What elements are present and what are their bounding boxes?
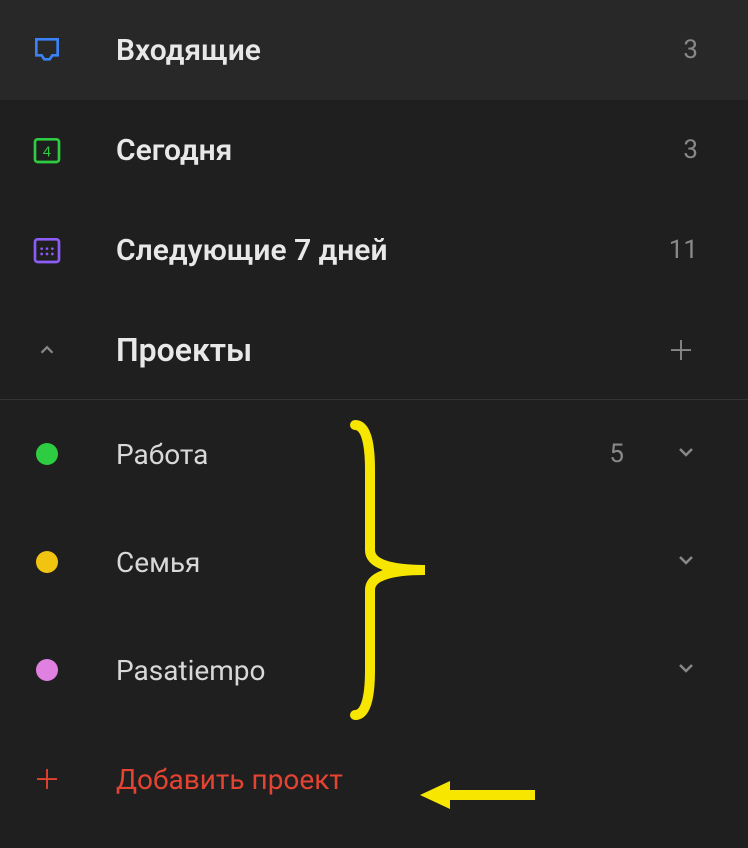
project-label: Семья	[116, 546, 624, 579]
svg-text:4: 4	[43, 145, 51, 161]
projects-section-label: Проекты	[116, 331, 664, 369]
add-project-label: Добавить проект	[116, 763, 343, 796]
project-item[interactable]: Работа 5	[0, 400, 748, 508]
chevron-down-icon[interactable]	[674, 440, 698, 468]
projects-section-header[interactable]: Проекты	[0, 300, 748, 400]
chevron-up-icon[interactable]	[30, 333, 64, 367]
today-icon: 4	[30, 133, 64, 167]
project-color-dot	[36, 443, 58, 465]
chevron-down-icon[interactable]	[674, 656, 698, 684]
nav-today-count: 3	[683, 135, 698, 165]
nav-upcoming[interactable]: Следующие 7 дней 11	[0, 200, 748, 300]
add-project-button[interactable]: Добавить проект	[0, 734, 748, 824]
project-label: Pasatiempo	[116, 654, 624, 687]
chevron-down-icon[interactable]	[674, 548, 698, 576]
nav-upcoming-label: Следующие 7 дней	[116, 233, 669, 268]
add-project-icon[interactable]	[664, 333, 698, 367]
project-item[interactable]: Семья	[0, 508, 748, 616]
nav-upcoming-count: 11	[669, 235, 698, 265]
nav-today[interactable]: 4 Сегодня 3	[0, 100, 748, 200]
nav-inbox[interactable]: Входящие 3	[0, 0, 748, 100]
project-label: Работа	[116, 438, 609, 471]
project-color-dot	[36, 551, 58, 573]
project-color-dot	[36, 659, 58, 681]
upcoming-icon	[30, 233, 64, 267]
nav-inbox-label: Входящие	[116, 33, 683, 68]
project-count: 5	[609, 439, 624, 469]
plus-icon	[30, 762, 64, 796]
nav-today-label: Сегодня	[116, 133, 683, 168]
nav-inbox-count: 3	[683, 35, 698, 65]
inbox-icon	[30, 33, 64, 67]
project-item[interactable]: Pasatiempo	[0, 616, 748, 724]
